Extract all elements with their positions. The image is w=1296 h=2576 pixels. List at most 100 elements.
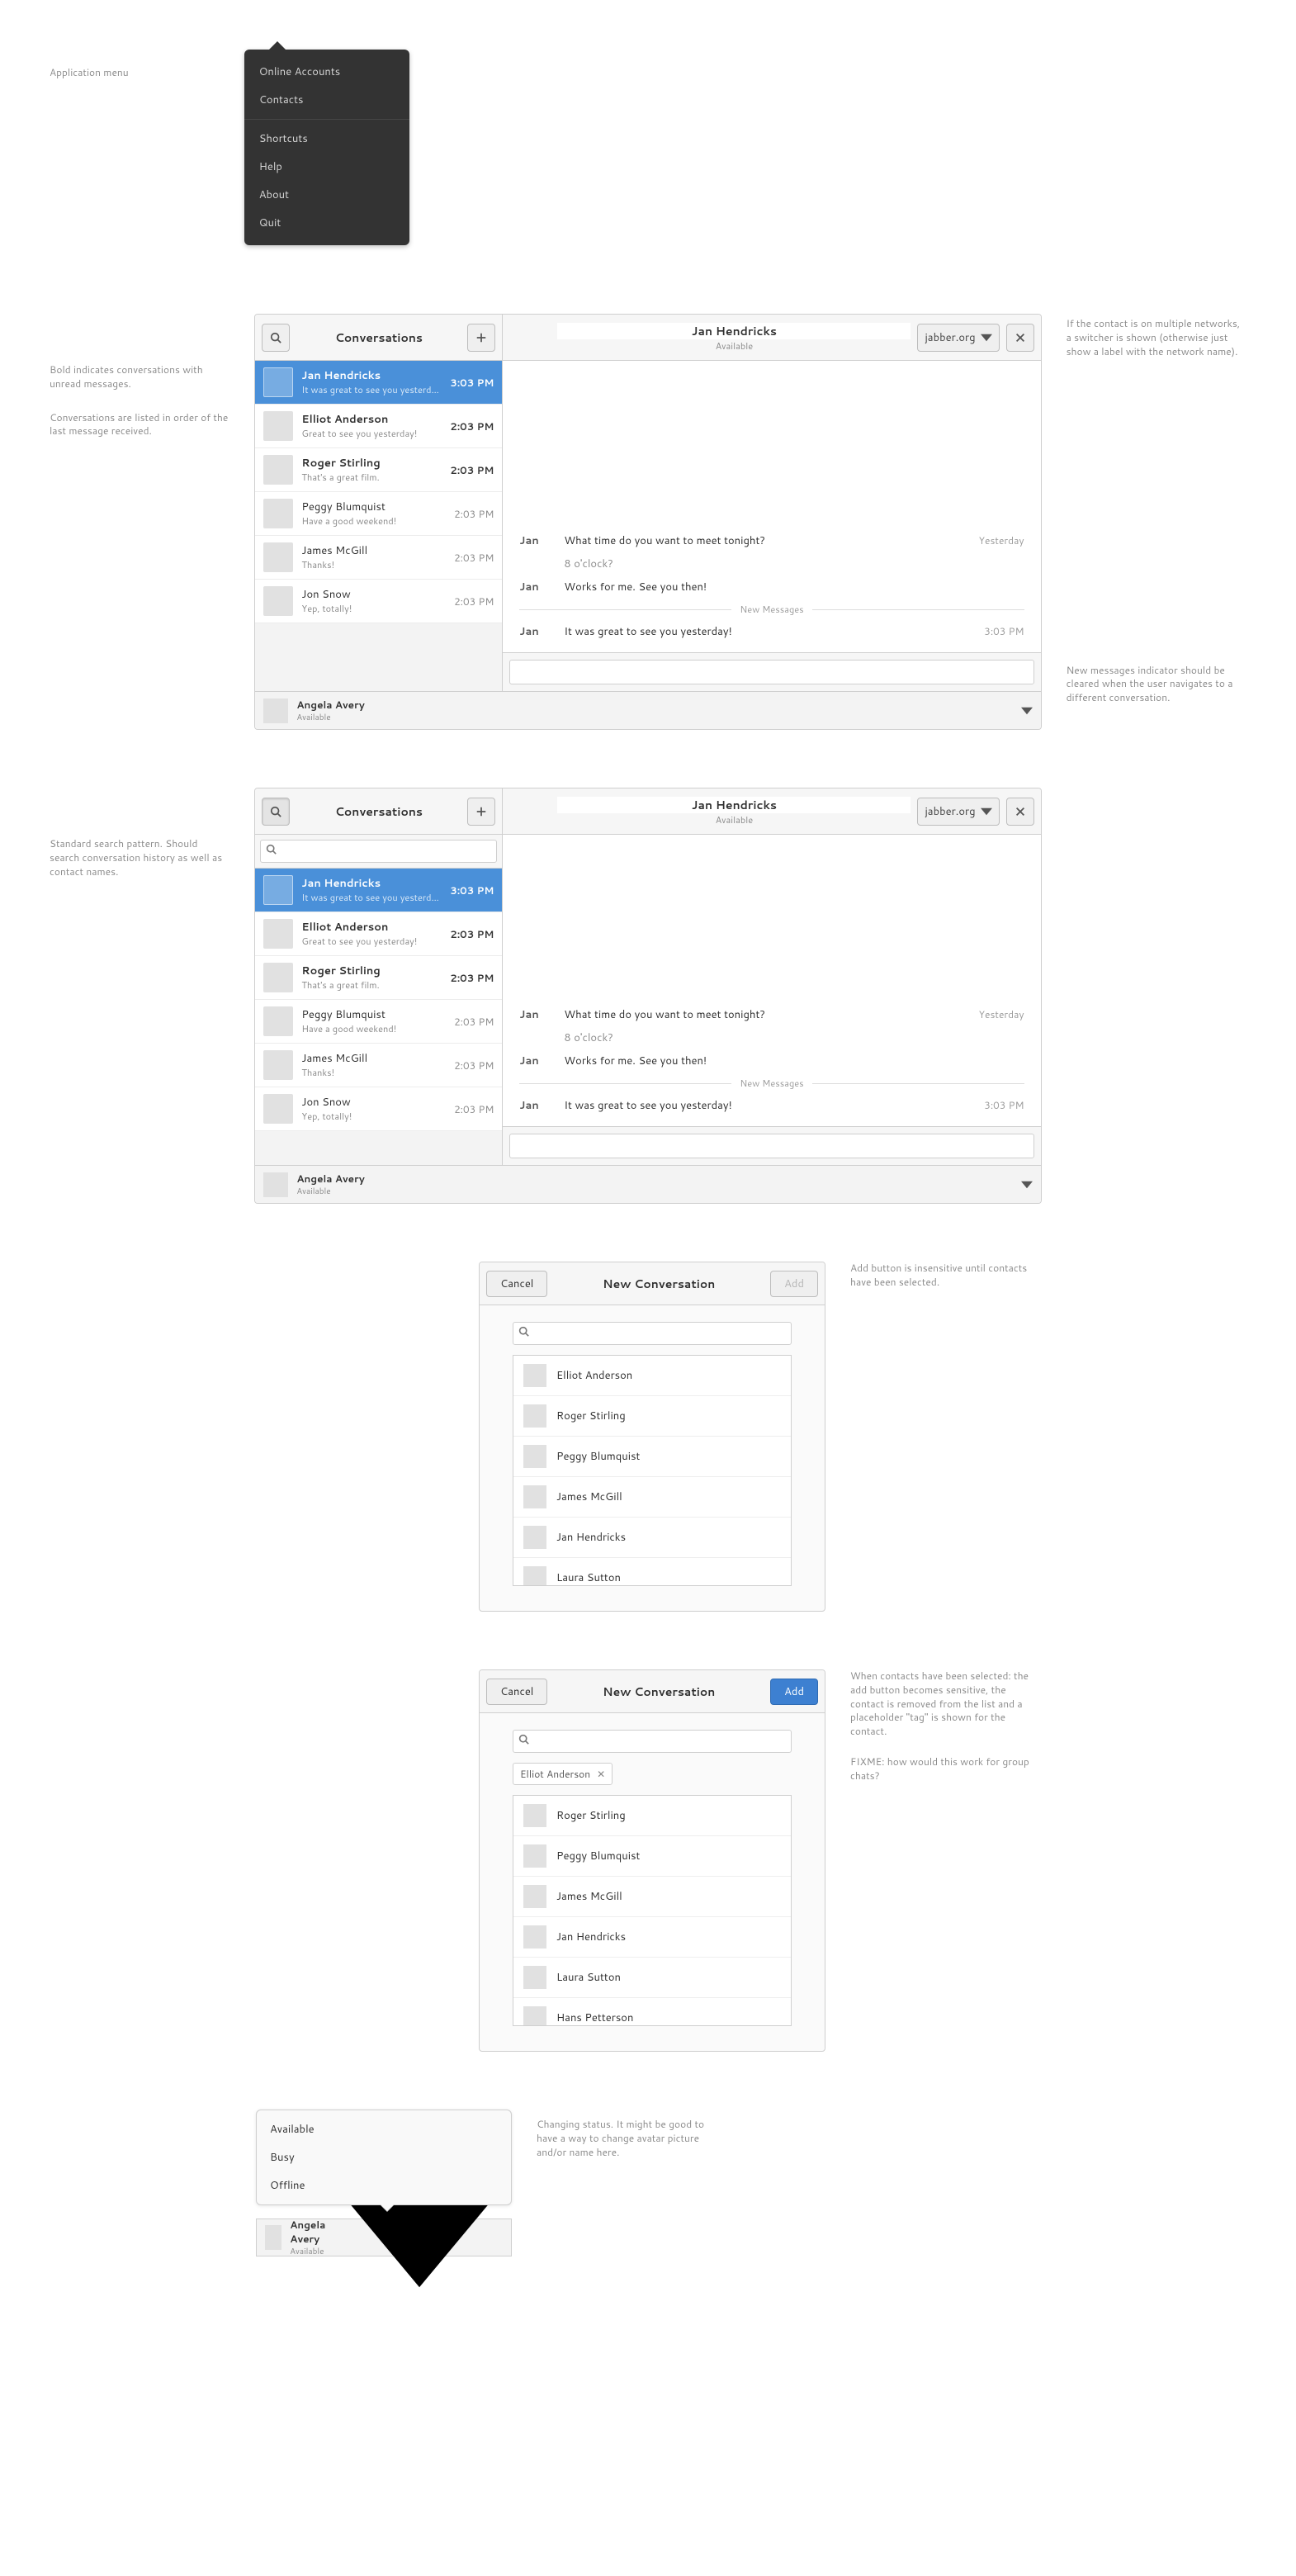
status-option[interactable]: Busy (257, 2143, 511, 2171)
conversation-row[interactable]: Jon Snow Yep, totally! 2:03 PM (255, 1087, 502, 1131)
network-switcher[interactable]: jabber.org (917, 324, 999, 352)
contact-name: Jan Hendricks (557, 323, 911, 339)
dialog-title: New Conversation (554, 1276, 764, 1292)
appmenu-item[interactable]: About (244, 181, 409, 209)
search-button[interactable] (262, 798, 290, 826)
message-row: Jan What time do you want to meet tonigh… (519, 533, 1024, 548)
msg-from: Me (519, 556, 552, 571)
avatar (523, 1966, 546, 1989)
status-bar[interactable]: Angela Avery Available (255, 1165, 1040, 1203)
contact-search-input[interactable] (534, 1735, 786, 1748)
msg-body: It was great to see you yesterday! (564, 624, 972, 639)
status-popover: AvailableBusyOffline (256, 2110, 512, 2205)
message-list[interactable]: Jan What time do you want to meet tonigh… (503, 835, 1040, 1126)
conversation-row[interactable]: Roger Stirling That's a great film. 2:03… (255, 448, 502, 492)
avatar (263, 1094, 293, 1124)
search-input[interactable] (281, 845, 491, 858)
conv-last: Yep, totally! (301, 1110, 446, 1123)
conversation-row[interactable]: Jan Hendricks It was great to see you ye… (255, 869, 502, 912)
msg-body: 8 o'clock? (564, 1030, 1024, 1045)
avatar (263, 963, 293, 992)
add-button[interactable]: Add (770, 1679, 818, 1705)
contact-name: Jan Hendricks (556, 1530, 626, 1545)
message-row: Jan It was great to see you yesterday! 3… (519, 1098, 1024, 1113)
appmenu-item[interactable]: Quit (244, 209, 409, 237)
avatar (263, 919, 293, 949)
msg-from: Jan (519, 580, 552, 594)
contact-row[interactable]: Roger Stirling (513, 1396, 791, 1437)
conversation-row[interactable]: Peggy Blumquist Have a good weekend! 2:0… (255, 1000, 502, 1044)
conversation-row[interactable]: James McGill Thanks! 2:03 PM (255, 536, 502, 580)
close-button[interactable] (1006, 798, 1034, 826)
conversation-row[interactable]: Jon Snow Yep, totally! 2:03 PM (255, 580, 502, 623)
conversation-row[interactable]: Elliot Anderson Great to see you yesterd… (255, 912, 502, 956)
annot-search: Standard search pattern. Should search c… (50, 837, 229, 878)
new-conversation-dialog: Cancel New Conversation Add Elliot Ander… (479, 1262, 825, 1612)
conversation-list[interactable]: Jan Hendricks It was great to see you ye… (255, 869, 502, 1165)
contact-row[interactable]: Peggy Blumquist (513, 1437, 791, 1477)
network-switcher[interactable]: jabber.org (917, 798, 999, 826)
conv-last: Thanks! (301, 1066, 446, 1079)
conv-name: Jan Hendricks (301, 876, 442, 891)
conv-name: James McGill (301, 543, 446, 558)
cancel-button[interactable]: Cancel (486, 1271, 547, 1297)
appmenu-item[interactable]: Shortcuts (244, 125, 409, 153)
contact-row[interactable]: Peggy Blumquist (513, 1836, 791, 1877)
conversation-row[interactable]: James McGill Thanks! 2:03 PM (255, 1044, 502, 1087)
contact-row[interactable]: Roger Stirling (513, 1796, 791, 1836)
dialog-title: New Conversation (554, 1683, 764, 1700)
status-option[interactable]: Offline (257, 2171, 511, 2200)
contact-chip[interactable]: Elliot Anderson ✕ (513, 1763, 613, 1785)
contact-row[interactable]: James McGill (513, 1877, 791, 1917)
me-name: Angela Avery (296, 698, 364, 712)
conversation-row[interactable]: Elliot Anderson Great to see you yesterd… (255, 405, 502, 448)
message-row: Jan Works for me. See you then! (519, 1054, 1024, 1068)
contact-row[interactable]: Jan Hendricks (513, 1518, 791, 1558)
contact-row[interactable]: Hans Petterson (513, 1998, 791, 2026)
conv-name: Roger Stirling (301, 456, 442, 471)
msg-body: What time do you want to meet tonight? (564, 1007, 967, 1022)
conversation-row[interactable]: Roger Stirling That's a great film. 2:03… (255, 956, 502, 1000)
contact-name: Elliot Anderson (556, 1368, 632, 1383)
annot-add-disabled: Add button is insensitive until contacts… (850, 1262, 1032, 1290)
contact-row[interactable]: James McGill (513, 1477, 791, 1518)
contact-status: Available (557, 813, 911, 826)
cancel-button[interactable]: Cancel (486, 1679, 547, 1705)
status-option[interactable]: Available (257, 2115, 511, 2143)
me-status: Available (296, 1186, 364, 1197)
chat-window: Conversations Jan Hendricks Available ja… (254, 314, 1041, 730)
avatar (523, 1804, 546, 1827)
contact-search-input[interactable] (534, 1327, 786, 1340)
appmenu-item[interactable]: Contacts (244, 86, 409, 114)
chip-remove-icon[interactable]: ✕ (597, 1767, 605, 1781)
status-bar[interactable]: Angela Avery Available (256, 2218, 512, 2256)
message-list[interactable]: Jan What time do you want to meet tonigh… (503, 361, 1040, 652)
avatar (523, 1445, 546, 1468)
avatar (523, 1885, 546, 1908)
conversation-row[interactable]: Peggy Blumquist Have a good weekend! 2:0… (255, 492, 502, 536)
message-input[interactable] (509, 1134, 1033, 1158)
message-row: Jan What time do you want to meet tonigh… (519, 1007, 1024, 1022)
appmenu-item[interactable]: Help (244, 153, 409, 181)
appmenu-item[interactable]: Online Accounts (244, 58, 409, 86)
close-button[interactable] (1006, 324, 1034, 352)
contact-row[interactable]: Jan Hendricks (513, 1917, 791, 1958)
contact-row[interactable]: Elliot Anderson (513, 1356, 791, 1396)
message-input[interactable] (509, 660, 1033, 684)
conv-time: 2:03 PM (450, 463, 494, 477)
search-button[interactable] (262, 324, 290, 352)
conv-time: 3:03 PM (450, 376, 494, 390)
annot-network: If the contact is on multiple networks, … (1067, 317, 1246, 358)
contact-row[interactable]: Laura Sutton (513, 1958, 791, 1998)
avatar (263, 586, 293, 616)
status-bar[interactable]: Angela Avery Available (255, 691, 1040, 729)
conversation-list[interactable]: Jan Hendricks It was great to see you ye… (255, 361, 502, 691)
conv-time: 2:03 PM (450, 419, 494, 433)
new-conversation-button[interactable] (467, 324, 495, 352)
contact-list[interactable]: Roger Stirling Peggy Blumquist James McG… (513, 1795, 792, 2026)
msg-stamp: Yesterday (979, 533, 1024, 547)
conversation-row[interactable]: Jan Hendricks It was great to see you ye… (255, 361, 502, 405)
contact-row[interactable]: Laura Sutton (513, 1558, 791, 1586)
contact-list[interactable]: Elliot Anderson Roger Stirling Peggy Blu… (513, 1355, 792, 1586)
new-conversation-button[interactable] (467, 798, 495, 826)
